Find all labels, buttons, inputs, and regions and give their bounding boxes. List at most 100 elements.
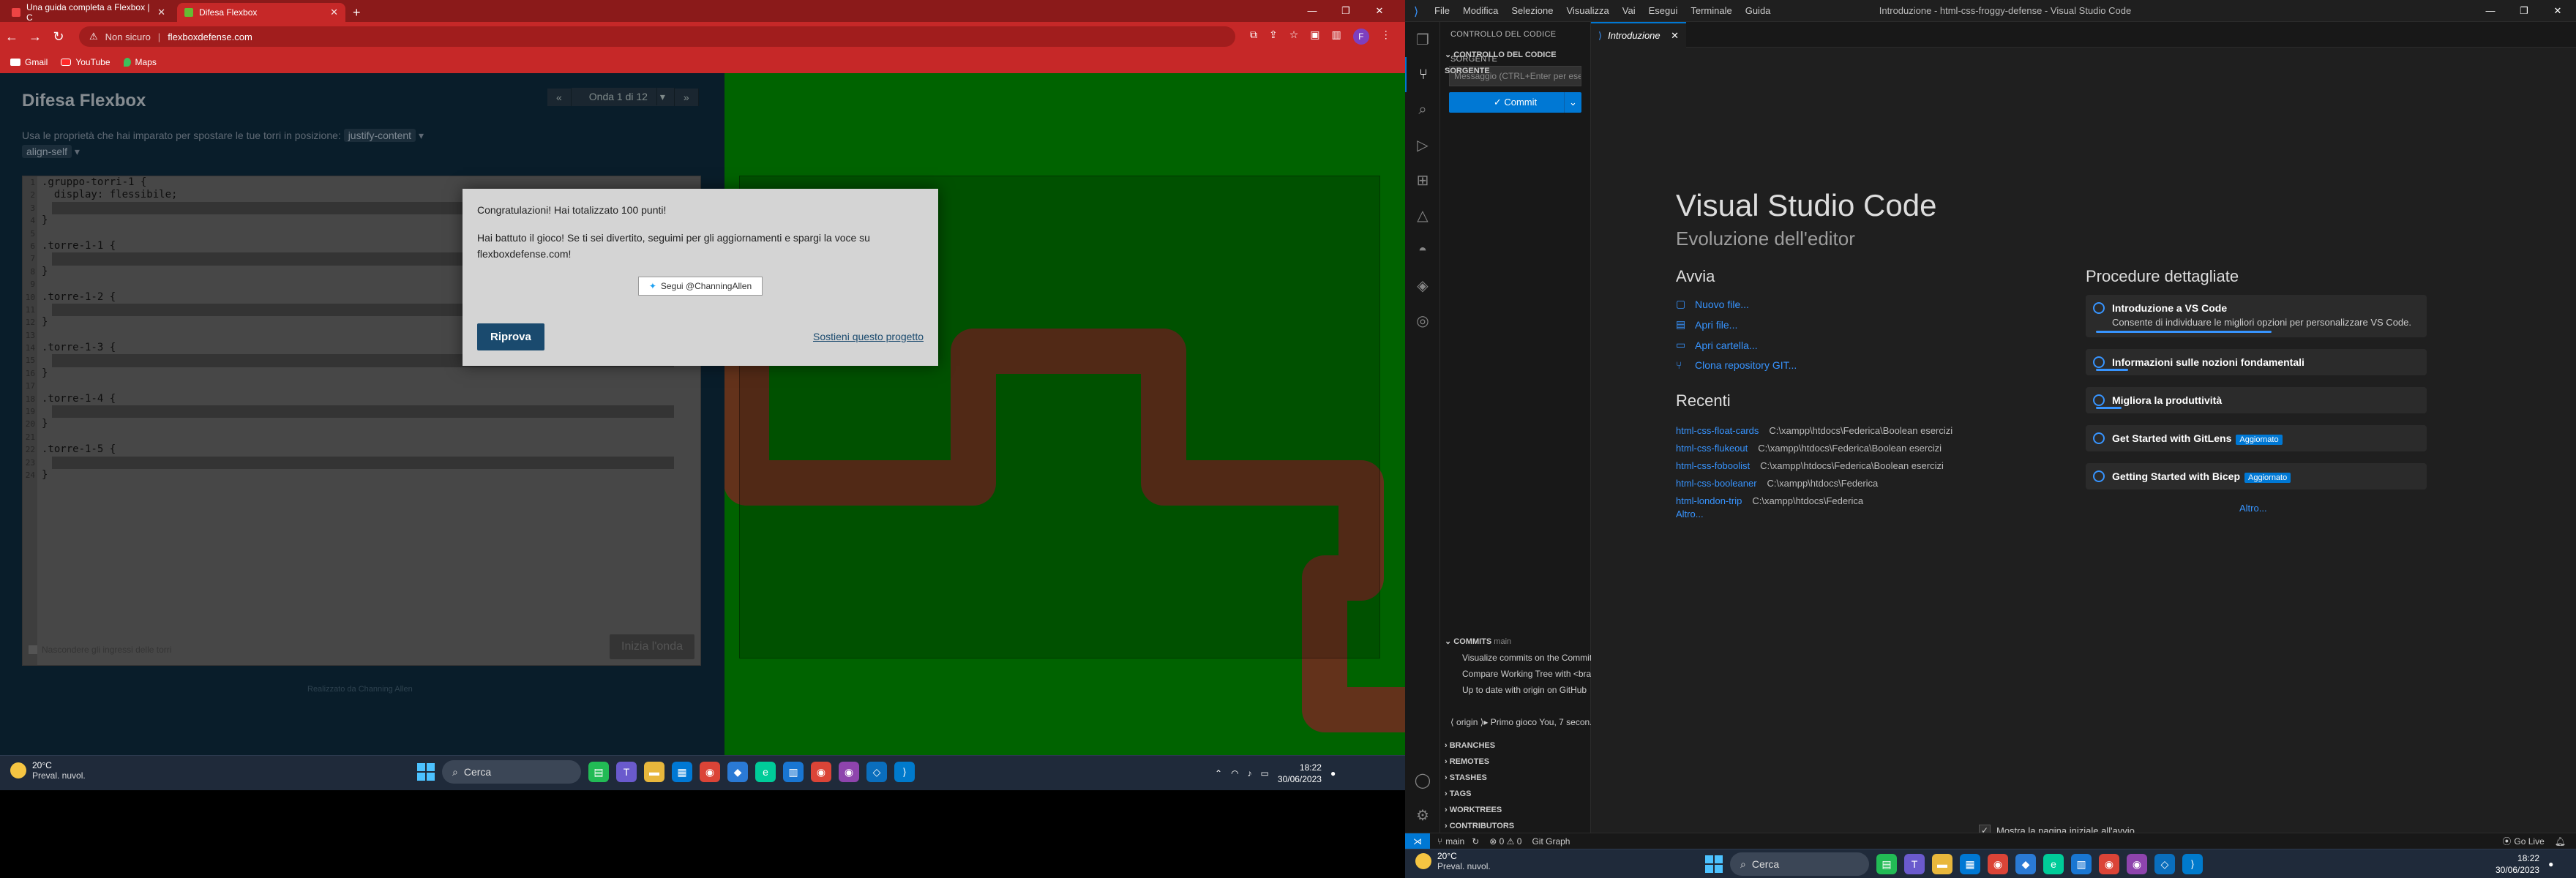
bookmark-gmail[interactable]: Gmail — [10, 57, 48, 67]
recent-name[interactable]: html-london-trip — [1676, 495, 1742, 506]
notification-icon[interactable]: ● — [1330, 768, 1336, 778]
commit-item[interactable]: Visualize commits on the Commit Gr... — [1440, 650, 1591, 666]
clock[interactable]: 18:22 30/06/2023 — [1278, 762, 1322, 785]
walkthrough-card[interactable]: Getting Started with Bicep Aggiornato — [2086, 463, 2427, 489]
bookmark-youtube[interactable]: YouTube — [61, 57, 111, 67]
walkthrough-card[interactable]: Informazioni sulle nozioni fondamentali — [2086, 349, 2427, 375]
taskbar-search[interactable]: ⌕ Cerca — [442, 760, 581, 784]
docker-icon[interactable]: ◓ — [1405, 233, 1440, 268]
recent-name[interactable]: html-css-flukeout — [1676, 443, 1748, 454]
git-graph-icon[interactable]: ◎ — [1405, 303, 1440, 338]
back-icon[interactable]: ← — [0, 29, 23, 45]
recent-item[interactable]: html-london-trip C:\xampp\htdocs\Federica — [1676, 495, 1863, 506]
volume-icon[interactable]: ♪ — [1248, 768, 1252, 778]
close-tab-icon[interactable]: ✕ — [330, 7, 338, 18]
azure-icon[interactable]: △ — [1405, 198, 1440, 233]
commits-header[interactable]: ⌄ COMMITS main — [1440, 634, 1591, 650]
menu-item-terminale[interactable]: Terminale — [1690, 0, 1731, 22]
next-level-icon[interactable]: » — [674, 88, 699, 106]
new-tab-button[interactable]: + — [353, 3, 361, 22]
menu-item-guida[interactable]: Guida — [1745, 0, 1771, 22]
chrome-alt-icon[interactable]: ◉ — [2127, 854, 2147, 874]
section-remotes[interactable]: › REMOTES — [1440, 754, 1591, 770]
search-icon[interactable]: ⌕ — [1405, 92, 1440, 127]
section-stashes[interactable]: › STASHES — [1440, 770, 1591, 786]
chrome-profile-icon[interactable]: ◉ — [2099, 854, 2119, 874]
recent-item[interactable]: html-css-flukeout C:\xampp\htdocs\Federic… — [1676, 443, 1942, 454]
menu-item-vai[interactable]: Vai — [1622, 0, 1636, 22]
restore-icon[interactable]: ❐ — [2507, 0, 2541, 22]
profile-avatar[interactable]: F — [1352, 29, 1369, 45]
close-window-icon[interactable]: ✕ — [1363, 0, 1396, 22]
chevron-down-icon[interactable]: ⌄ — [1564, 92, 1581, 113]
go-live-button[interactable]: Go Live — [2514, 836, 2544, 847]
chevron-up-icon[interactable]: ⌃ — [1215, 768, 1222, 778]
close-tab-icon[interactable]: ✕ — [1671, 30, 1679, 42]
edge-icon[interactable]: e — [2043, 854, 2064, 874]
keyword-align-self[interactable]: align-self — [22, 145, 72, 158]
commit-button[interactable]: ✓ Commit ⌄ — [1449, 92, 1581, 113]
walkthrough-card[interactable]: Introduzione a VS Code Consente di indivi… — [2086, 295, 2427, 337]
restore-icon[interactable]: ❐ — [1329, 0, 1363, 22]
walkthrough-card[interactable]: Migliora la produttività — [2086, 387, 2427, 413]
battery-icon[interactable]: ▭ — [1261, 768, 1269, 778]
minimize-icon[interactable]: — — [1295, 0, 1329, 22]
recent-name[interactable]: html-css-booleaner — [1676, 478, 1757, 489]
chrome-icon[interactable]: ◉ — [1988, 854, 2008, 874]
sourcetree-icon[interactable]: ◇ — [2154, 854, 2175, 874]
share-icon[interactable]: ⇪ — [1269, 29, 1278, 45]
app-icon[interactable]: ◆ — [727, 762, 748, 782]
walkthrough-card[interactable]: Get Started with GitLens Aggiornato — [2086, 425, 2427, 451]
store-icon[interactable]: ▦ — [672, 762, 692, 782]
walk-more-link[interactable]: Altro... — [2239, 503, 2267, 514]
menu-item-modifica[interactable]: Modifica — [1463, 0, 1498, 22]
branch-name[interactable]: main — [1445, 836, 1464, 847]
commit-item[interactable]: Up to date with origin on GitHub — [1440, 682, 1591, 698]
menu-item-visualizza[interactable]: Visualizza — [1566, 0, 1609, 22]
run-debug-icon[interactable]: ▷ — [1405, 127, 1440, 162]
vscode-icon[interactable]: ⟩ — [2182, 854, 2203, 874]
browser-tab-difesa-flexbox[interactable]: Difesa Flexbox ✕ — [177, 3, 345, 22]
support-link[interactable]: Sostieni questo progetto — [813, 331, 924, 342]
address-bar[interactable]: ⚠ Non sicuro | flexboxdefense.com — [79, 26, 1235, 47]
weather-widget[interactable]: 20°C Preval. nuvol. — [10, 760, 86, 781]
minimize-icon[interactable]: — — [2474, 0, 2507, 22]
gitlens-icon[interactable]: ◈ — [1405, 268, 1440, 303]
start-button-icon[interactable] — [1705, 855, 1723, 873]
taskview-icon[interactable]: ▤ — [588, 762, 609, 782]
reload-icon[interactable]: ↻ — [47, 29, 70, 45]
keyword-justify-content[interactable]: justify-content — [343, 129, 416, 142]
recent-item[interactable]: html-css-float-cards C:\xampp\htdocs\Fede… — [1676, 425, 1952, 436]
section-branches[interactable]: › BRANCHES — [1440, 738, 1591, 754]
open-file-link[interactable]: ▤ Apri file... — [1676, 318, 1737, 331]
menu-item-selezione[interactable]: Selezione — [1511, 0, 1553, 22]
notes-icon[interactable]: ▥ — [783, 762, 804, 782]
clock[interactable]: 18:22 30/06/2023 — [2496, 852, 2539, 876]
scm-section-header[interactable]: ⌄ CONTROLLO DEL CODICE SORGENTE — [1440, 47, 1590, 75]
recent-name[interactable]: html-css-float-cards — [1676, 425, 1759, 436]
weather-widget[interactable]: 20°C Preval. nuvol. — [1415, 851, 1491, 871]
sync-icon[interactable]: ↻ — [1472, 836, 1479, 847]
bell-icon[interactable]: 🔔︎ — [2555, 836, 2566, 847]
manage-gear-icon[interactable]: ⚙ — [1405, 798, 1440, 833]
forward-icon[interactable]: → — [23, 29, 47, 45]
translate-icon[interactable]: ⧉ — [1250, 29, 1257, 45]
edge-icon[interactable]: e — [755, 762, 776, 782]
recent-item[interactable]: html-css-booleaner C:\xampp\htdocs\Federi… — [1676, 478, 1878, 489]
warning-icon[interactable]: ⚠ — [89, 31, 98, 42]
store-icon[interactable]: ▦ — [1960, 854, 1980, 874]
commit-message-input[interactable]: Messaggio (CTRL+Enter per eseguire il c.… — [1449, 66, 1581, 86]
new-file-link[interactable]: ▢ Nuovo file... — [1676, 298, 1749, 310]
extensions-icon[interactable]: ⊞ — [1405, 162, 1440, 198]
browser-tab-flexbox-guide[interactable]: Una guida completa a Flexbox | C ✕ — [4, 2, 173, 23]
file-explorer-icon[interactable]: ▬ — [644, 762, 664, 782]
recent-item[interactable]: html-css-foboolist C:\xampp\htdocs\Federi… — [1676, 460, 1944, 471]
git-graph-status[interactable]: Git Graph — [1532, 836, 1570, 847]
menu-item-file[interactable]: File — [1434, 0, 1450, 22]
taskbar-search[interactable]: ⌕ Cerca — [1730, 852, 1869, 876]
prev-level-icon[interactable]: « — [547, 88, 572, 106]
source-control-icon[interactable]: ⑂ — [1405, 57, 1440, 92]
vscode-icon[interactable]: ⟩ — [894, 762, 915, 782]
wifi-icon[interactable]: ◠ — [1231, 768, 1238, 778]
chrome-profile-icon[interactable]: ◉ — [811, 762, 831, 782]
